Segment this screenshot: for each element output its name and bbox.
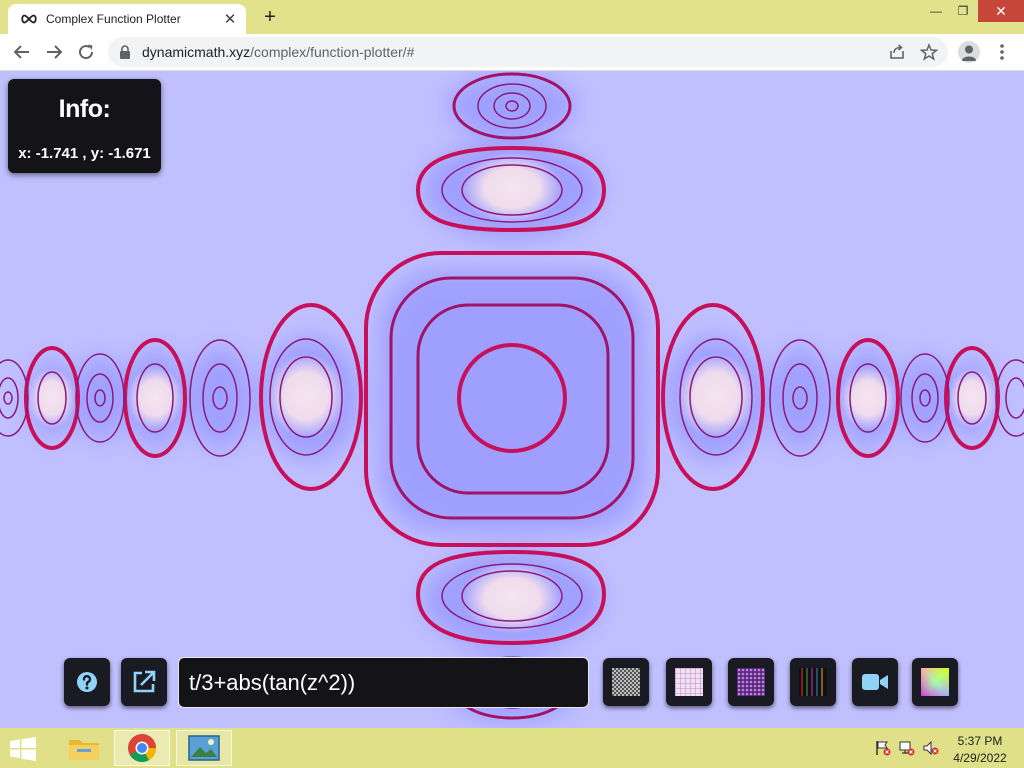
- pattern-stripes-button[interactable]: [790, 658, 836, 706]
- cursor-coordinates: x: -1.741 , y: -1.671: [18, 145, 151, 162]
- file-explorer-icon[interactable]: [56, 730, 112, 766]
- lock-icon[interactable]: [118, 45, 132, 59]
- address-bar[interactable]: dynamicmath.xyz/complex/function-plotter…: [108, 37, 948, 67]
- help-icon: [77, 672, 97, 692]
- share-icon[interactable]: [888, 43, 906, 61]
- record-video-button[interactable]: [852, 658, 898, 706]
- browser-menu-icon[interactable]: [992, 40, 1012, 64]
- color-wheel-icon: [921, 668, 949, 696]
- video-camera-icon: [862, 674, 888, 690]
- infinity-icon: [21, 14, 37, 24]
- info-title: Info:: [58, 95, 111, 123]
- browser-tab[interactable]: Complex Function Plotter ✕: [8, 4, 246, 34]
- pattern-dots-icon: [737, 668, 765, 696]
- pattern-dots-button[interactable]: [728, 658, 774, 706]
- pattern-grid-icon: [675, 668, 703, 696]
- url-path: /complex/function-plotter/#: [250, 44, 415, 60]
- function-input[interactable]: [178, 657, 589, 708]
- chrome-taskbar-icon[interactable]: [114, 730, 170, 766]
- window-minimize-icon[interactable]: —: [922, 0, 950, 22]
- tab-title: Complex Function Plotter: [46, 12, 181, 26]
- tab-close-icon[interactable]: ✕: [220, 9, 240, 29]
- bookmark-star-icon[interactable]: [920, 43, 938, 61]
- pattern-grid-button[interactable]: [666, 658, 712, 706]
- window-restore-icon[interactable]: ❐: [950, 0, 976, 22]
- action-center-flag-icon[interactable]: [874, 740, 892, 756]
- profile-avatar-icon[interactable]: [958, 41, 980, 63]
- clock-time[interactable]: 5:37 PM: [948, 734, 1012, 748]
- color-scheme-button[interactable]: [912, 658, 958, 706]
- open-external-button[interactable]: [121, 658, 167, 706]
- pattern-stripes-icon: [799, 668, 827, 696]
- clock-date[interactable]: 4/29/2022: [948, 751, 1012, 765]
- network-icon[interactable]: [898, 740, 916, 756]
- windows-start-icon[interactable]: [8, 737, 38, 761]
- external-link-icon: [133, 670, 156, 693]
- url-text[interactable]: dynamicmath.xyz/complex/function-plotter…: [142, 44, 414, 60]
- taskbar: [0, 728, 1024, 768]
- info-panel: Info: x: -1.741 , y: -1.671: [8, 79, 161, 173]
- forward-arrow-icon[interactable]: [40, 38, 68, 66]
- volume-muted-icon[interactable]: [922, 740, 940, 756]
- back-arrow-icon[interactable]: [8, 38, 36, 66]
- new-tab-icon[interactable]: +: [258, 6, 282, 28]
- url-host: dynamicmath.xyz: [142, 44, 251, 60]
- browser-toolbar: dynamicmath.xyz/complex/function-plotter…: [0, 34, 1024, 71]
- window-close-icon[interactable]: ✕: [978, 0, 1024, 22]
- help-button[interactable]: [64, 658, 110, 706]
- pattern-checker-icon: [612, 668, 640, 696]
- browser-title-bar: Complex Function Plotter ✕ + — ❐ ✕: [0, 0, 1024, 34]
- photos-taskbar-icon[interactable]: [176, 730, 232, 766]
- pattern-checker-button[interactable]: [603, 658, 649, 706]
- reload-icon[interactable]: [72, 38, 100, 66]
